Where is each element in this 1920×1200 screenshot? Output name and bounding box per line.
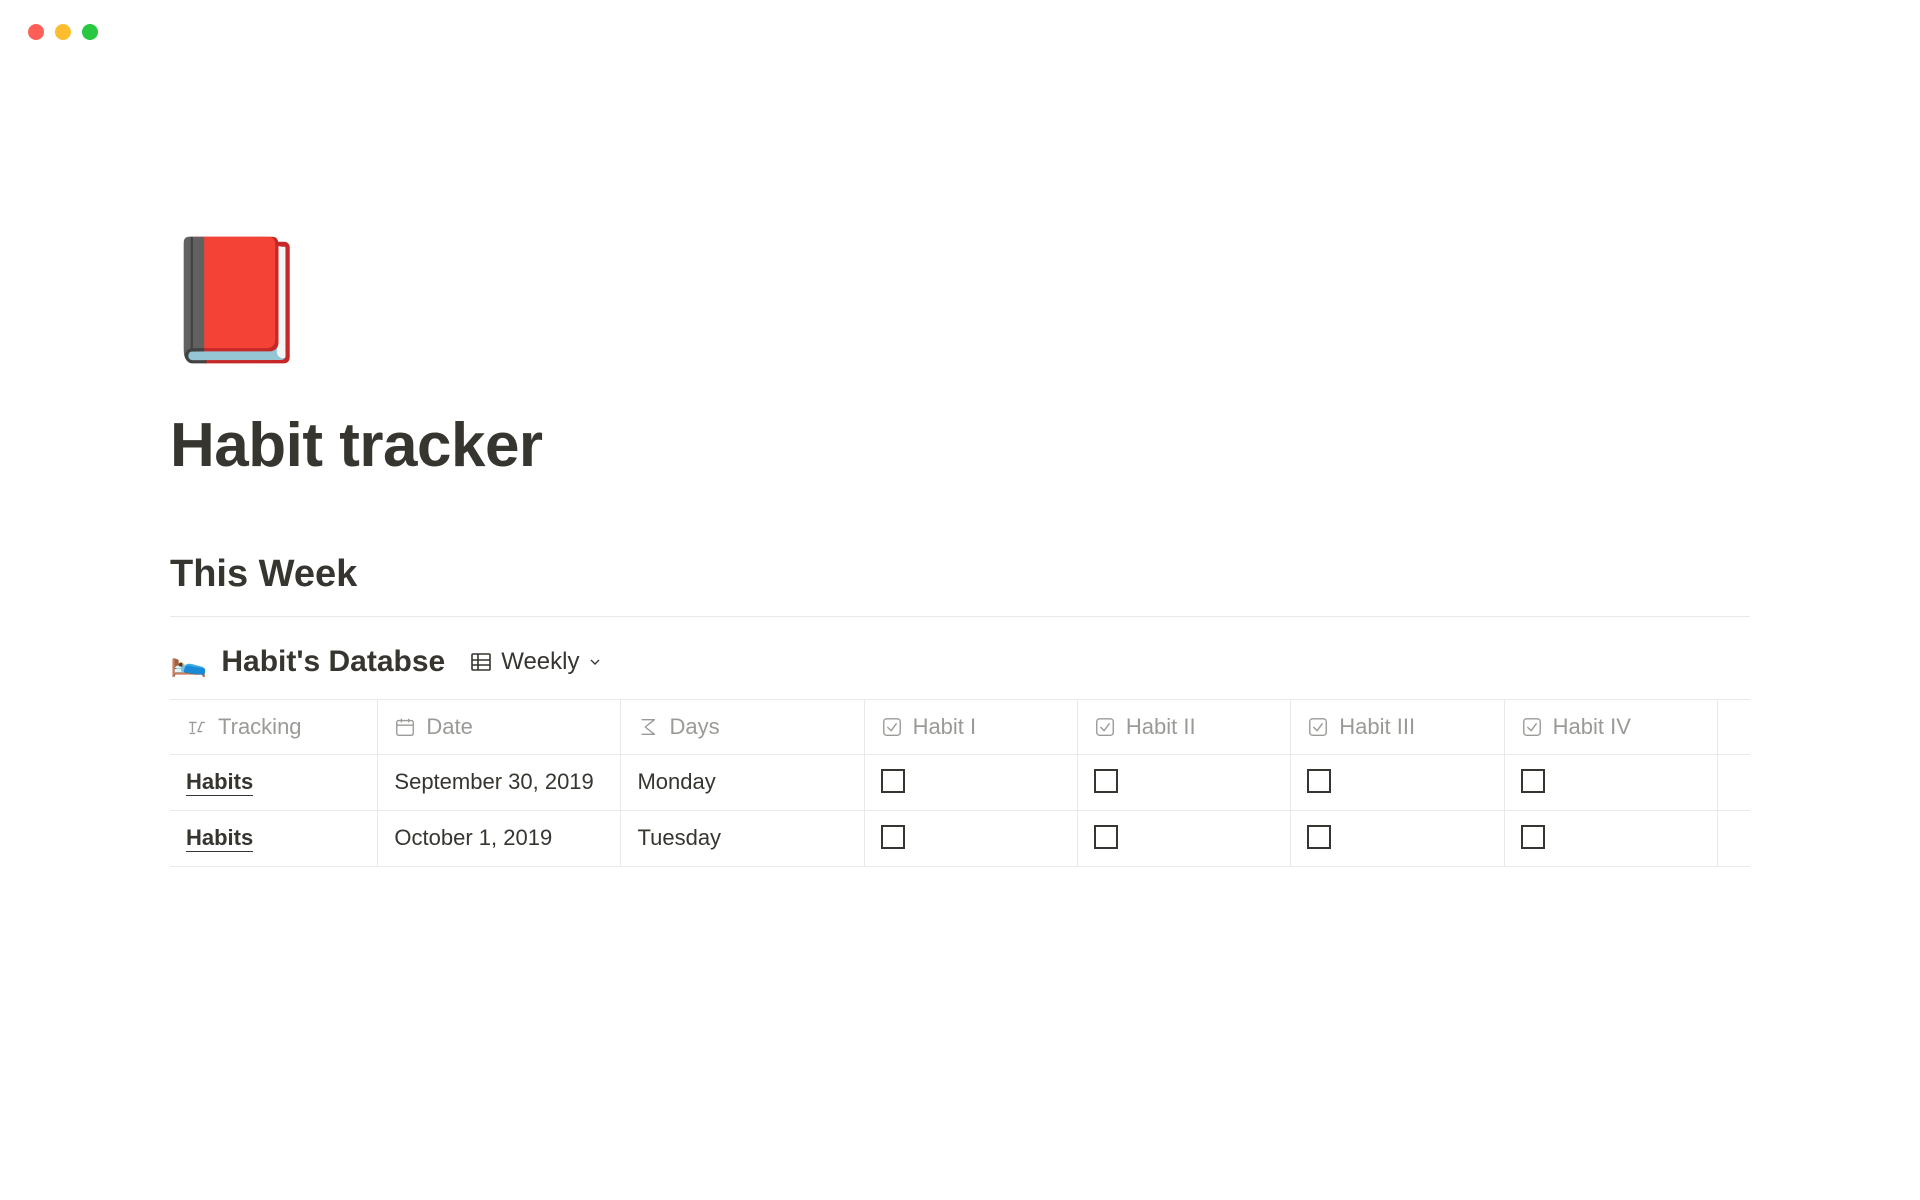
cell-tail	[1718, 755, 1750, 810]
cell-tail	[1718, 811, 1750, 866]
checkbox-habit2[interactable]	[1094, 769, 1118, 793]
column-header-habit2[interactable]: Habit II	[1078, 700, 1291, 754]
cell-habit4[interactable]	[1505, 755, 1718, 810]
checkbox-habit4[interactable]	[1521, 769, 1545, 793]
column-header-habit4[interactable]: Habit IV	[1505, 700, 1718, 754]
checkbox-property-icon	[881, 716, 903, 738]
checkbox-property-icon	[1521, 716, 1543, 738]
column-header-label: Habit IV	[1553, 714, 1631, 740]
checkbox-habit4[interactable]	[1521, 825, 1545, 849]
window-maximize-button[interactable]	[82, 24, 98, 40]
page-title[interactable]: Habit tracker	[170, 410, 1750, 481]
cell-habit3[interactable]	[1291, 811, 1504, 866]
date-property-icon	[394, 716, 416, 738]
column-header-tracking[interactable]: Tracking	[170, 700, 378, 754]
checkbox-habit2[interactable]	[1094, 825, 1118, 849]
column-header-label: Habit II	[1126, 714, 1196, 740]
cell-habit2[interactable]	[1078, 755, 1291, 810]
column-header-days[interactable]: Days	[621, 700, 864, 754]
cell-days[interactable]: Tuesday	[621, 811, 864, 866]
table-row[interactable]: Habits September 30, 2019 Monday	[170, 755, 1750, 811]
database-icon: 🛌	[170, 647, 207, 677]
row-title-link[interactable]: Habits	[186, 769, 253, 796]
column-header-habit3[interactable]: Habit III	[1291, 700, 1504, 754]
column-header-tail	[1718, 700, 1750, 754]
checkbox-habit3[interactable]	[1307, 769, 1331, 793]
checkbox-habit3[interactable]	[1307, 825, 1331, 849]
window-minimize-button[interactable]	[55, 24, 71, 40]
column-header-habit1[interactable]: Habit I	[865, 700, 1078, 754]
cell-habit3[interactable]	[1291, 755, 1504, 810]
row-title-link[interactable]: Habits	[186, 825, 253, 852]
page-content: 📕 Habit tracker This Week 🛌 Habit's Data…	[0, 40, 1920, 867]
cell-date[interactable]: October 1, 2019	[378, 811, 621, 866]
column-header-date[interactable]: Date	[378, 700, 621, 754]
checkbox-property-icon	[1307, 716, 1329, 738]
cell-tracking[interactable]: Habits	[170, 755, 378, 810]
checkbox-property-icon	[1094, 716, 1116, 738]
formula-property-icon	[637, 716, 659, 738]
section-heading[interactable]: This Week	[170, 553, 1750, 617]
database-table: Tracking Date Days	[170, 699, 1750, 867]
table-header-row: Tracking Date Days	[170, 700, 1750, 755]
table-row[interactable]: Habits October 1, 2019 Tuesday	[170, 811, 1750, 867]
title-property-icon	[186, 716, 208, 738]
cell-habit1[interactable]	[865, 811, 1078, 866]
table-view-icon	[469, 650, 493, 674]
view-switcher[interactable]: Weekly	[469, 648, 603, 676]
cell-habit2[interactable]	[1078, 811, 1291, 866]
cell-tracking[interactable]: Habits	[170, 811, 378, 866]
checkbox-habit1[interactable]	[881, 825, 905, 849]
cell-days[interactable]: Monday	[621, 755, 864, 810]
window-controls	[0, 0, 1920, 40]
window-close-button[interactable]	[28, 24, 44, 40]
cell-habit4[interactable]	[1505, 811, 1718, 866]
column-header-label: Habit I	[913, 714, 977, 740]
database-title[interactable]: Habit's Databse	[221, 645, 445, 679]
cell-date[interactable]: September 30, 2019	[378, 755, 621, 810]
column-header-label: Date	[426, 714, 472, 740]
column-header-label: Tracking	[218, 714, 302, 740]
column-header-label: Habit III	[1339, 714, 1415, 740]
page-icon[interactable]: 📕	[162, 240, 1750, 360]
database-header: 🛌 Habit's Databse Weekly	[170, 645, 1750, 679]
chevron-down-icon	[587, 654, 603, 670]
view-label: Weekly	[501, 648, 579, 676]
column-header-label: Days	[669, 714, 719, 740]
cell-habit1[interactable]	[865, 755, 1078, 810]
checkbox-habit1[interactable]	[881, 769, 905, 793]
